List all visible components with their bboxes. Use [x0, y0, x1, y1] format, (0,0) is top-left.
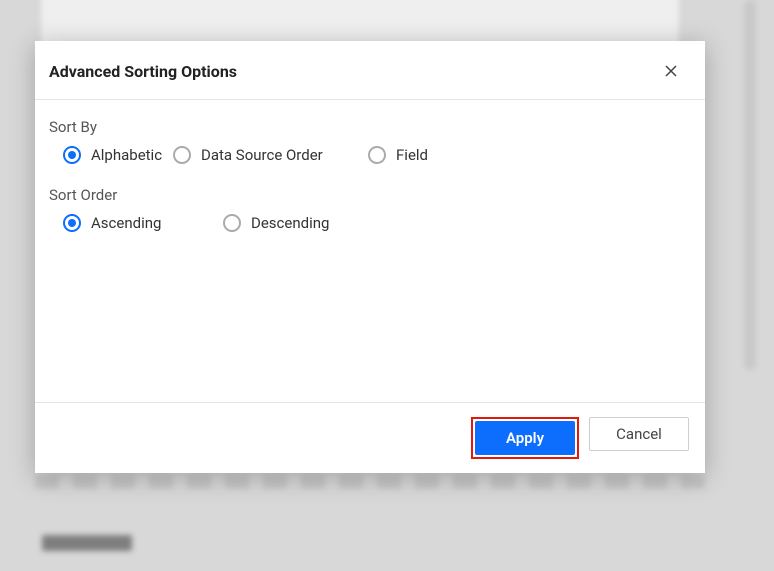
radio-icon: [368, 146, 386, 164]
modal-body: Sort By Alphabetic Data Source Order Fie…: [35, 100, 705, 402]
sort-by-label: Sort By: [49, 118, 691, 136]
cancel-button[interactable]: Cancel: [589, 417, 689, 451]
radio-icon: [223, 214, 241, 232]
radio-label: Ascending: [91, 214, 161, 232]
modal-title: Advanced Sorting Options: [49, 62, 237, 81]
radio-sort-order-ascending[interactable]: Ascending: [63, 214, 223, 232]
close-button[interactable]: [661, 61, 681, 81]
radio-label: Alphabetic: [91, 146, 162, 164]
radio-icon: [63, 214, 81, 232]
modal-footer: Apply Cancel: [35, 402, 705, 473]
radio-sort-by-data-source-order[interactable]: Data Source Order: [173, 146, 368, 164]
radio-label: Descending: [251, 214, 329, 232]
sort-by-row: Alphabetic Data Source Order Field: [49, 146, 691, 164]
radio-sort-order-descending[interactable]: Descending: [223, 214, 373, 232]
modal-header: Advanced Sorting Options: [35, 41, 705, 100]
radio-label: Data Source Order: [201, 146, 323, 164]
radio-icon: [173, 146, 191, 164]
close-icon: [665, 65, 677, 77]
radio-sort-by-field[interactable]: Field: [368, 146, 488, 164]
sort-order-row: Ascending Descending: [49, 214, 691, 232]
radio-icon: [63, 146, 81, 164]
radio-label: Field: [396, 146, 428, 164]
apply-button-highlight: Apply: [471, 417, 579, 459]
apply-button[interactable]: Apply: [475, 421, 575, 455]
sort-order-label: Sort Order: [49, 186, 691, 204]
radio-sort-by-alphabetic[interactable]: Alphabetic: [63, 146, 173, 164]
advanced-sorting-modal: Advanced Sorting Options Sort By Alphabe…: [35, 41, 705, 473]
